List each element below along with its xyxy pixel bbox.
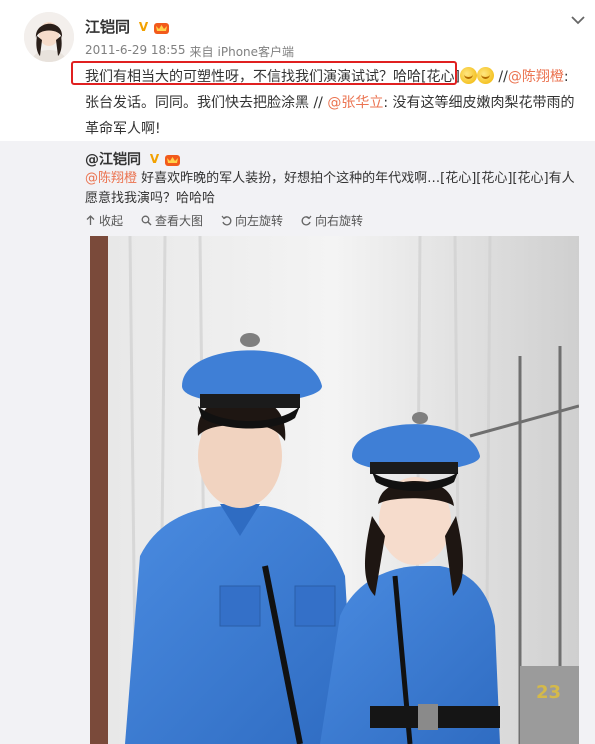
reposted-content: @江铠同 V @陈翔橙 好喜欢昨晚的军人装扮，好想拍个这种的年代戏啊…[花心][…	[0, 141, 595, 744]
post-separator: //	[493, 69, 508, 85]
post-source[interactable]: iPhone客户端	[218, 43, 295, 60]
rotate-left-label: 向左旋转	[235, 214, 284, 228]
view-large-label: 查看大图	[155, 214, 204, 228]
collapse-label: 收起	[99, 214, 124, 228]
weibo-post-card: 江铠同 V 2011-6-29 18:55 来自 iPhone客户端 我们有相当…	[0, 0, 595, 744]
emoji-face-icon	[476, 67, 494, 84]
source-prefix: 来自	[189, 45, 214, 59]
vip-crown-icon	[165, 155, 180, 166]
mention-link[interactable]: @陈翔橙	[85, 171, 137, 186]
verified-v-icon: V	[138, 19, 149, 34]
verified-v-icon: V	[149, 152, 160, 166]
repost-author-row: @江铠同 V	[85, 149, 181, 169]
vip-crown-icon	[154, 22, 170, 34]
post-meta: 2011-6-29 18:55 来自 iPhone客户端	[85, 43, 294, 60]
rotate-left-button[interactable]: 向左旋转	[221, 212, 283, 229]
search-icon	[141, 215, 152, 226]
rotate-right-icon	[301, 215, 312, 226]
post-body: 我们有相当大的可塑性呀，不信找我们演演试试？哈哈[花心] //@陈翔橙:张台发话…	[71, 61, 581, 142]
author-row: 江铠同 V	[85, 16, 170, 37]
repost-author[interactable]: @江铠同	[85, 149, 141, 169]
collapse-button[interactable]: 收起	[85, 212, 123, 229]
rotate-left-icon	[221, 215, 232, 226]
highlight-box	[71, 61, 457, 85]
collapse-arrow-icon	[86, 215, 95, 225]
rotate-right-button[interactable]: 向右旋转	[301, 212, 363, 229]
repost-text: @陈翔橙 好喜欢昨晚的军人装扮，好想拍个这种的年代戏啊…[花心][花心][花心]…	[85, 169, 581, 209]
author-name[interactable]: 江铠同	[85, 16, 130, 37]
emoji-face-icon	[459, 67, 477, 84]
view-large-button[interactable]: 查看大图	[141, 212, 203, 229]
mention-link[interactable]: @陈翔橙	[508, 69, 564, 85]
chevron-down-icon[interactable]	[570, 14, 586, 26]
post-photo[interactable]: 23	[90, 236, 579, 744]
photo-two-people-in-blue-uniforms: 23	[90, 236, 579, 744]
mention-link[interactable]: @张华立	[327, 95, 383, 111]
wall-number: 23	[536, 682, 561, 703]
post-time[interactable]: 2011-6-29 18:55	[85, 43, 186, 60]
rotate-right-label: 向右旋转	[315, 214, 364, 228]
media-toolbar: 收起 查看大图 向左旋转 向右旋转	[85, 212, 363, 229]
user-avatar[interactable]	[24, 12, 74, 62]
repost-body: 好喜欢昨晚的军人装扮，好想拍个这种的年代戏啊…[花心][花心][花心]有人愿意找…	[85, 171, 575, 206]
